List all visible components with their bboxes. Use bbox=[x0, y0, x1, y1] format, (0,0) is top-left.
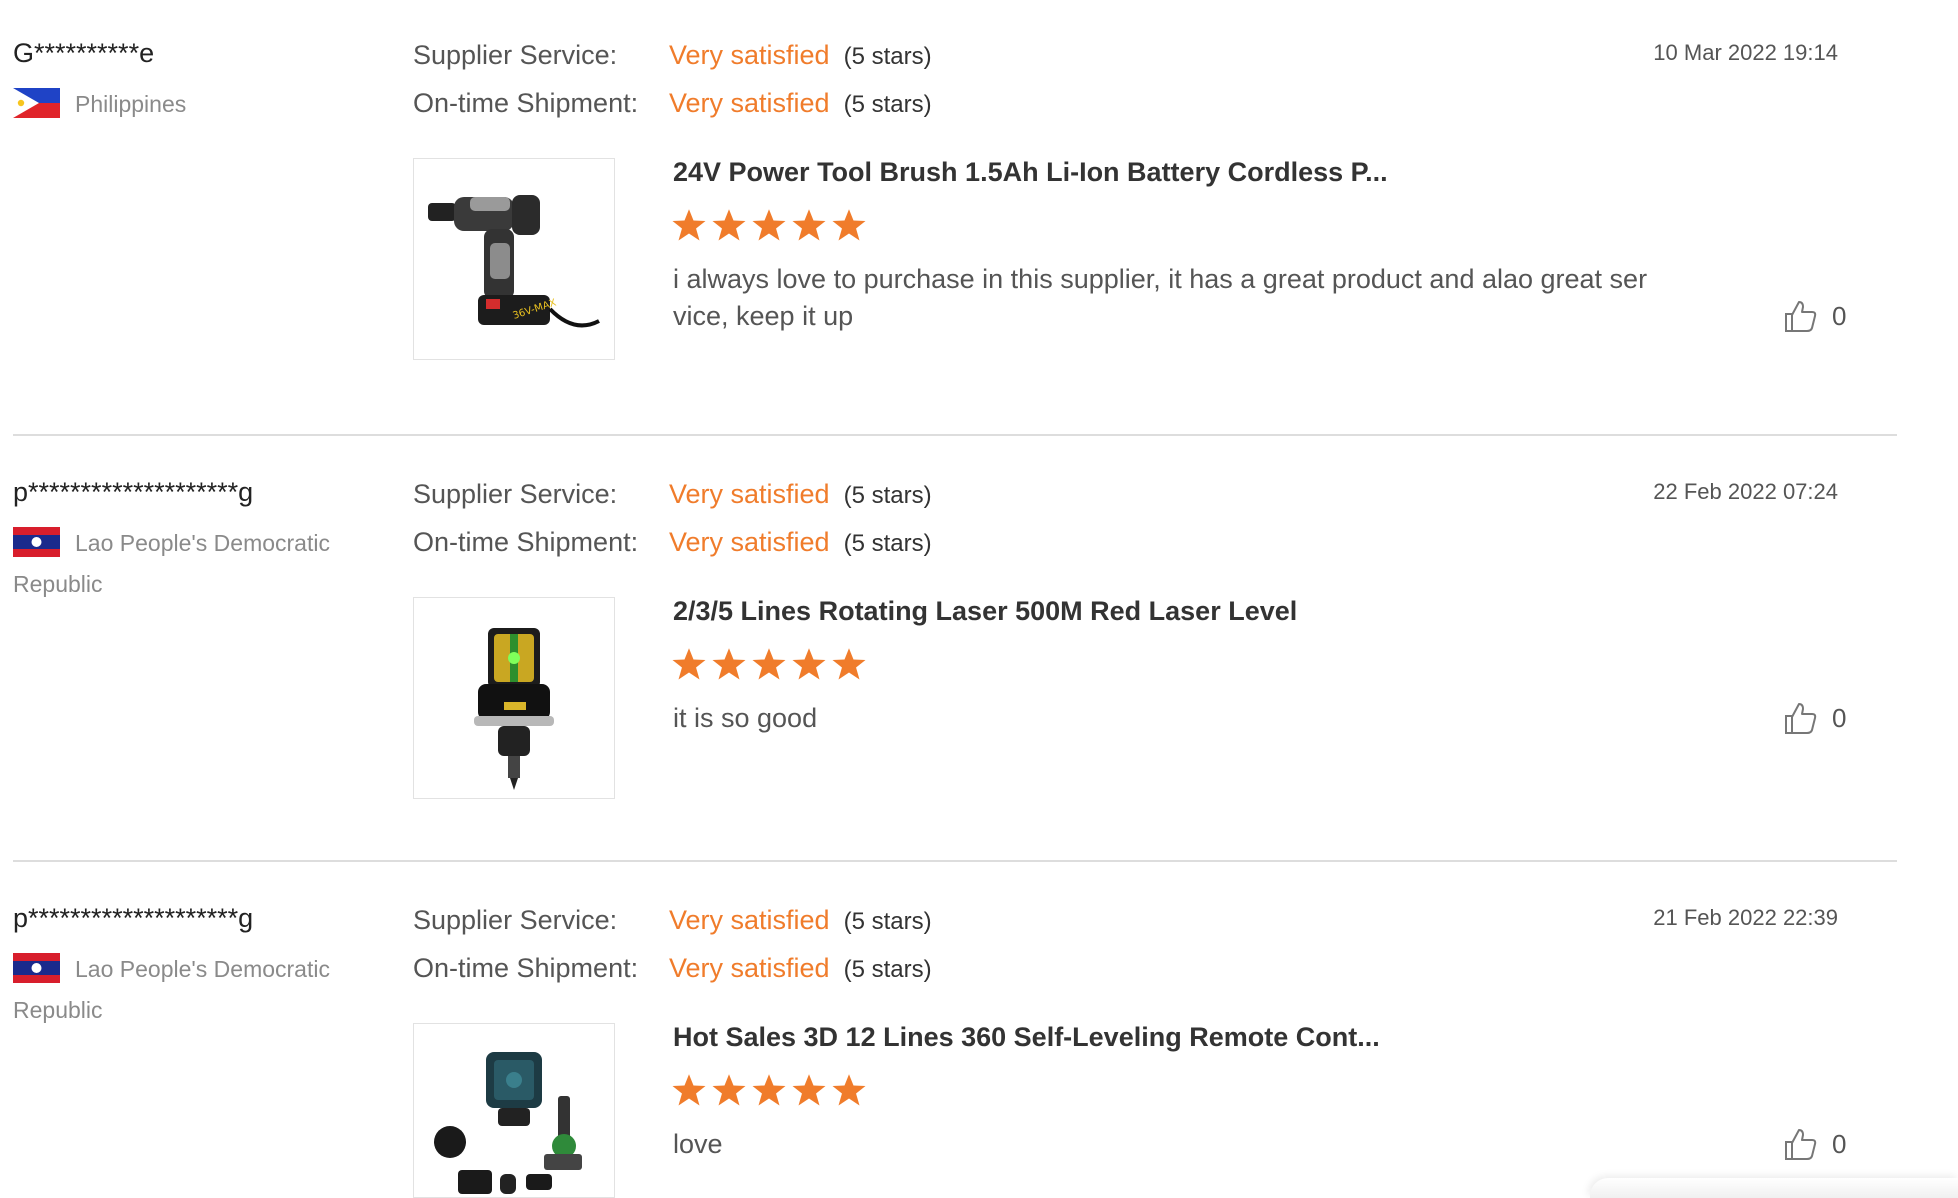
star-icon bbox=[672, 209, 706, 241]
supplier-service-label: Supplier Service: bbox=[413, 905, 618, 935]
like-button[interactable]: 0 bbox=[1782, 298, 1846, 334]
supplier-service-stars: (5 stars) bbox=[843, 43, 932, 70]
product-title-link[interactable]: 24V Power Tool Brush 1.5Ah Li-Ion Batter… bbox=[673, 157, 1388, 188]
supplier-service-rating: Supplier Service: Very satisfied (5 stars) bbox=[413, 902, 932, 938]
laos-flag-icon bbox=[13, 952, 60, 983]
ontime-shipment-label: On-time Shipment: bbox=[413, 88, 639, 118]
star-icon bbox=[712, 1074, 746, 1106]
supplier-service-value: Very satisfied bbox=[669, 479, 830, 509]
star-icon bbox=[752, 648, 786, 680]
supplier-service-stars: (5 stars) bbox=[843, 908, 932, 935]
philippines-flag-icon bbox=[13, 87, 60, 118]
star-icon bbox=[712, 648, 746, 680]
buyer-country: Lao People's Democratic Republic bbox=[13, 949, 343, 1031]
like-button[interactable]: 0 bbox=[1782, 700, 1846, 736]
star-icon bbox=[672, 648, 706, 680]
star-icon bbox=[752, 209, 786, 241]
review-comment: it is so good bbox=[673, 703, 818, 733]
review-divider bbox=[13, 434, 1897, 436]
ontime-shipment-stars: (5 stars) bbox=[843, 91, 932, 118]
review-divider bbox=[13, 860, 1897, 862]
product-thumbnail[interactable]: 36V-MAX bbox=[413, 158, 615, 360]
buyer-name: G**********e bbox=[13, 38, 155, 68]
ontime-shipment-stars: (5 stars) bbox=[843, 956, 932, 983]
ontime-shipment-value: Very satisfied bbox=[669, 527, 830, 557]
supplier-service-label: Supplier Service: bbox=[413, 40, 618, 70]
ontime-shipment-rating: On-time Shipment: Very satisfied (5 stars) bbox=[413, 524, 932, 560]
laos-flag-icon bbox=[13, 526, 60, 557]
cordless-drill-image: 36V-MAX bbox=[428, 195, 600, 328]
like-count: 0 bbox=[1832, 300, 1847, 331]
like-button[interactable]: 0 bbox=[1782, 1126, 1846, 1162]
buyer-country: Philippines bbox=[13, 84, 343, 125]
supplier-service-value: Very satisfied bbox=[669, 40, 830, 70]
buyer-name: p********************g bbox=[13, 903, 254, 933]
supplier-service-stars: (5 stars) bbox=[843, 482, 932, 509]
star-icon bbox=[792, 648, 826, 680]
star-icon bbox=[832, 648, 866, 680]
buyer-name: p********************g bbox=[13, 477, 254, 507]
review-comment: love bbox=[673, 1129, 723, 1159]
product-rating-stars bbox=[671, 207, 867, 245]
product-title-link[interactable]: Hot Sales 3D 12 Lines 360 Self-Leveling … bbox=[673, 1022, 1380, 1053]
like-count: 0 bbox=[1832, 1128, 1847, 1159]
ontime-shipment-value: Very satisfied bbox=[669, 88, 830, 118]
ontime-shipment-stars: (5 stars) bbox=[843, 530, 932, 557]
star-icon bbox=[712, 209, 746, 241]
ontime-shipment-value: Very satisfied bbox=[669, 953, 830, 983]
like-count: 0 bbox=[1832, 702, 1847, 733]
star-icon bbox=[832, 209, 866, 241]
country-label: Lao People's Democratic Republic bbox=[13, 530, 330, 597]
supplier-service-rating: Supplier Service: Very satisfied (5 stars) bbox=[413, 476, 932, 512]
supplier-service-rating: Supplier Service: Very satisfied (5 stars) bbox=[413, 37, 932, 73]
thumbs-up-icon bbox=[1785, 1129, 1817, 1160]
supplier-service-value: Very satisfied bbox=[669, 905, 830, 935]
thumbs-up-icon bbox=[1785, 301, 1817, 332]
ontime-shipment-rating: On-time Shipment: Very satisfied (5 stars) bbox=[413, 85, 932, 121]
ontime-shipment-label: On-time Shipment: bbox=[413, 527, 639, 557]
star-icon bbox=[792, 209, 826, 241]
product-thumbnail[interactable] bbox=[413, 597, 615, 799]
product-thumbnail[interactable] bbox=[413, 1023, 615, 1198]
product-title-link[interactable]: 2/3/5 Lines Rotating Laser 500M Red Lase… bbox=[673, 596, 1297, 627]
review-date: 22 Feb 2022 07:24 bbox=[1653, 479, 1838, 504]
ontime-shipment-label: On-time Shipment: bbox=[413, 953, 639, 983]
thumbs-up-icon bbox=[1785, 703, 1817, 734]
ontime-shipment-rating: On-time Shipment: Very satisfied (5 stars) bbox=[413, 950, 932, 986]
review-date: 10 Mar 2022 19:14 bbox=[1653, 40, 1838, 65]
laser-level-kit-image bbox=[434, 1052, 582, 1194]
review-date: 21 Feb 2022 22:39 bbox=[1653, 905, 1838, 930]
star-icon bbox=[672, 1074, 706, 1106]
floating-panel-edge bbox=[1590, 1178, 1958, 1198]
product-rating-stars bbox=[671, 1072, 867, 1110]
country-label: Lao People's Democratic Republic bbox=[13, 956, 330, 1023]
star-icon bbox=[752, 1074, 786, 1106]
product-rating-stars bbox=[671, 646, 867, 684]
review-comment: i always love to purchase in this suppli… bbox=[673, 264, 1648, 331]
star-icon bbox=[832, 1074, 866, 1106]
laser-level-image bbox=[474, 628, 554, 790]
country-label: Philippines bbox=[75, 91, 187, 117]
star-icon bbox=[792, 1074, 826, 1106]
buyer-country: Lao People's Democratic Republic bbox=[13, 523, 343, 605]
supplier-service-label: Supplier Service: bbox=[413, 479, 618, 509]
